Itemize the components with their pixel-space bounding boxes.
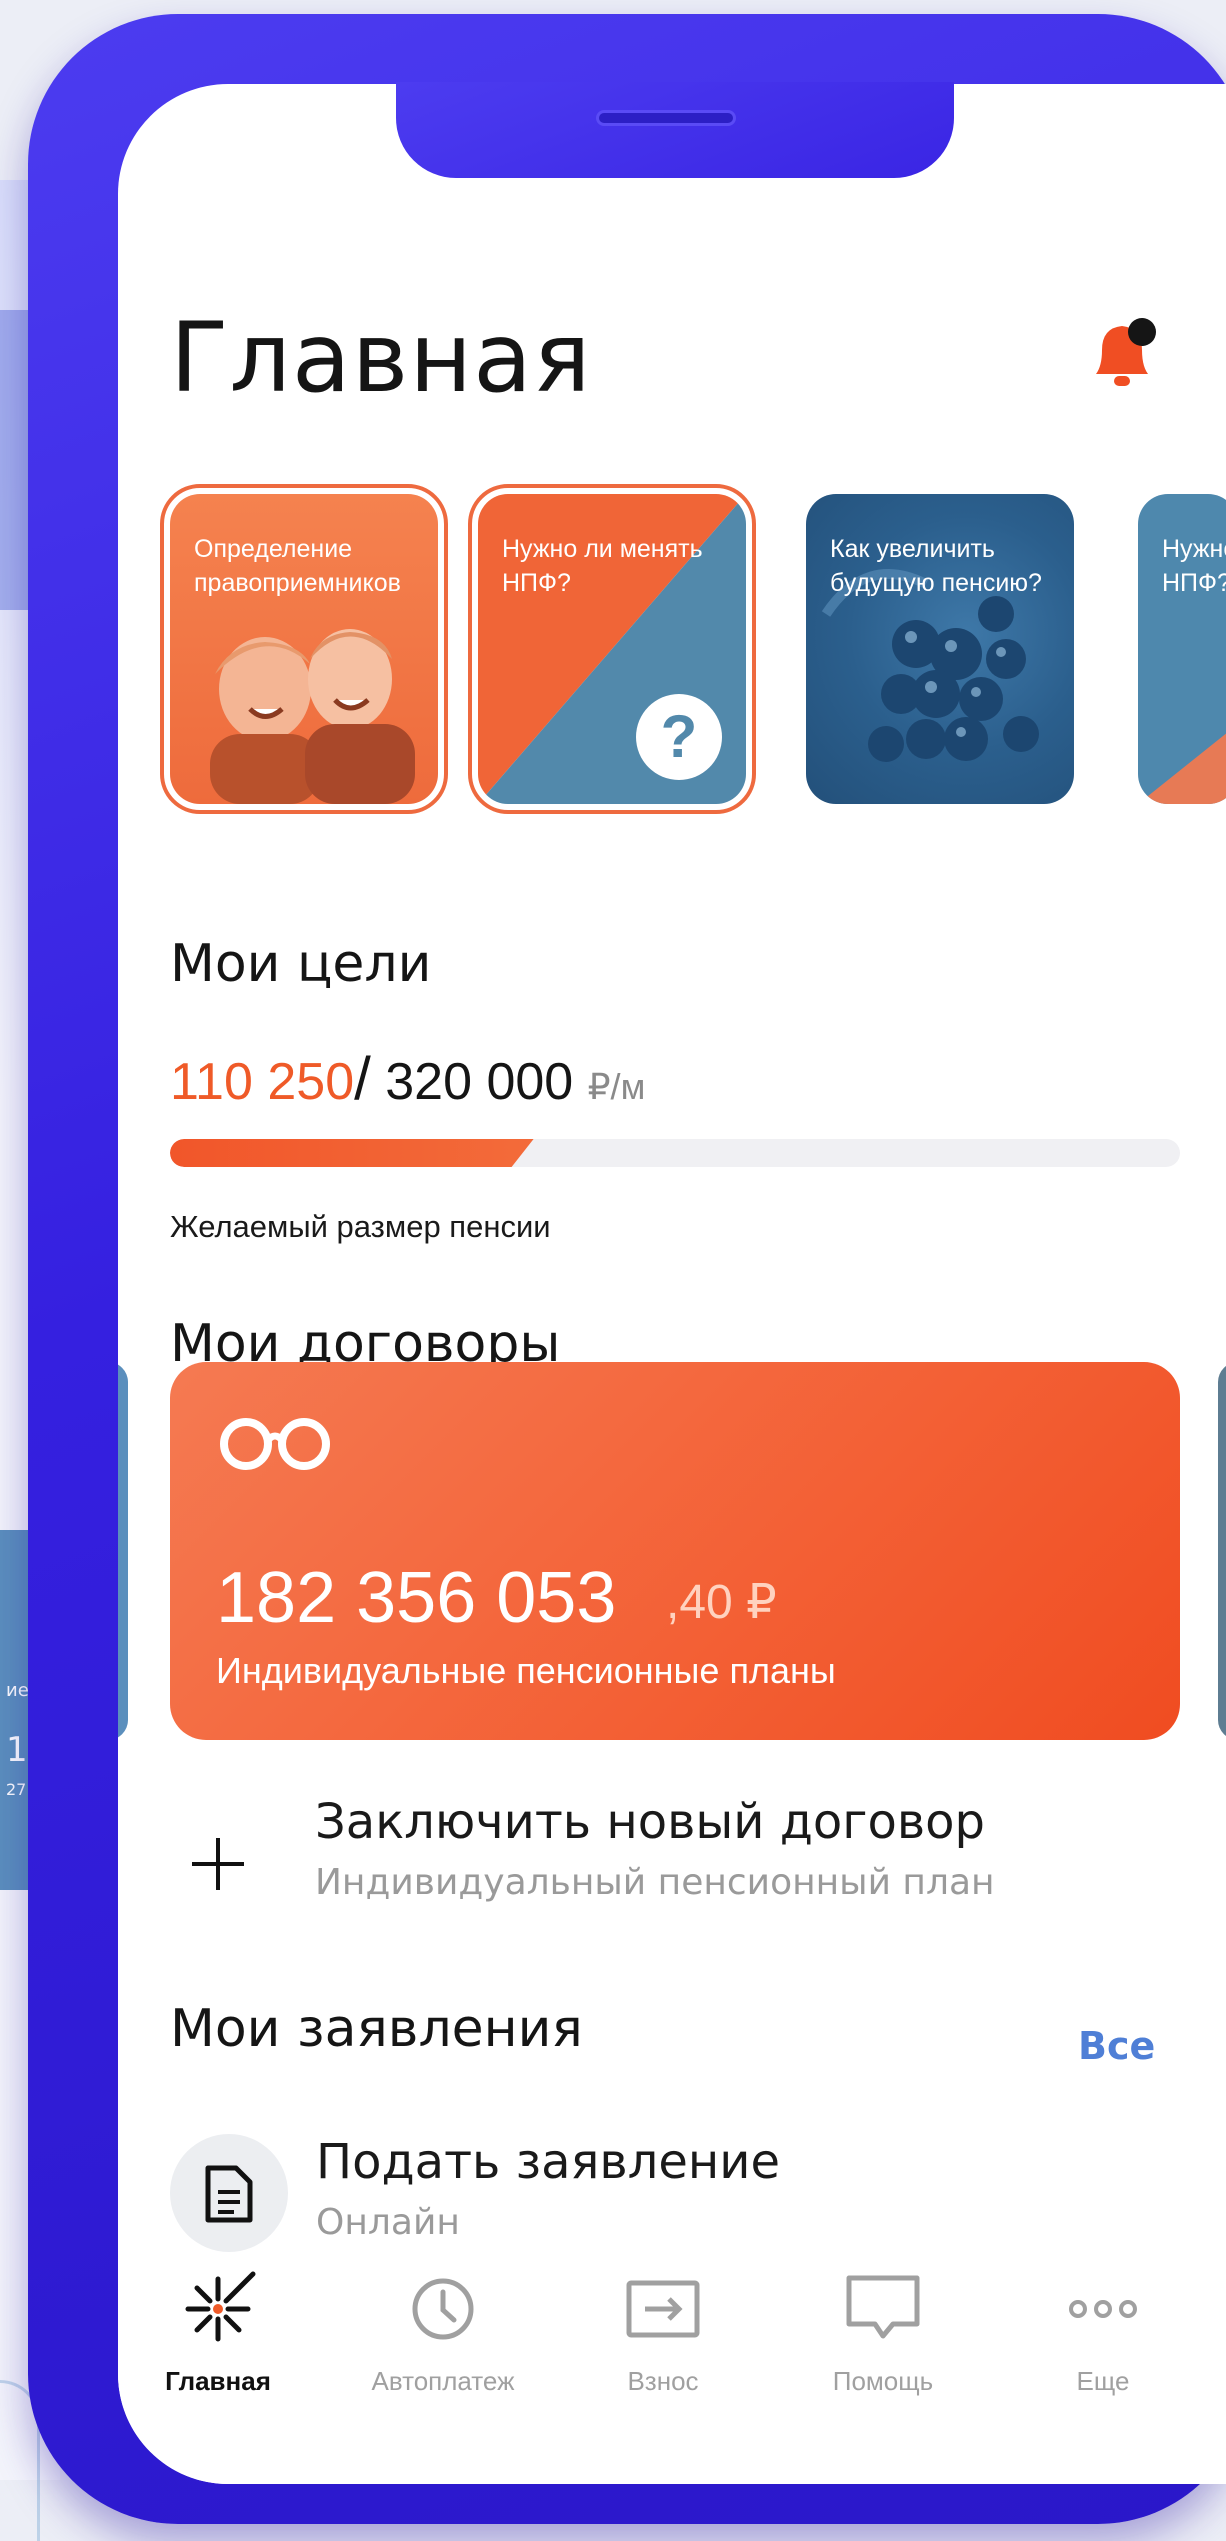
goals-title: Мои цели [170,934,432,994]
submit-application-title: Подать заявление [316,2134,780,2190]
goal-target: 320 000 [385,1053,574,1111]
story-card-heirs[interactable]: Определение правоприемников [160,484,448,814]
story-label: Нужно ли менять НПФ? [1162,535,1226,597]
tab-help[interactable]: Помощь [783,2264,983,2397]
sparkle-icon [185,2271,256,2342]
arrow-in-icon [626,2280,700,2338]
goal-progress-fill [170,1139,534,1167]
story-label: Определение правоприемников [194,535,401,597]
more-icon [1069,2300,1137,2318]
story-label: Как увеличить будущую пенсию? [830,535,1042,597]
tab-autopay[interactable]: Автоплатеж [343,2264,543,2397]
contract-card-peek-left[interactable] [118,1362,128,1740]
plus-icon [192,1838,244,1890]
applications-title: Мои заявления [170,1999,583,2059]
goal-current: 110 250 [170,1053,355,1111]
chat-icon [846,2275,920,2339]
contract-amount-cents: ,40 ₽ [666,1576,777,1629]
notification-bell-icon[interactable] [1088,314,1158,394]
submit-application-item[interactable]: Подать заявление Онлайн [170,2134,1170,2264]
tab-home[interactable]: Главная [118,2264,318,2397]
new-contract-button[interactable]: Заключить новый договор Индивидуальный п… [170,1794,1170,1934]
tab-label: Взнос [627,2366,699,2396]
new-contract-subtitle: Индивидуальный пенсионный план [315,1862,995,1903]
goal-separator: / [354,1045,371,1112]
tab-label: Главная [165,2366,271,2396]
glasses-icon [220,1418,330,1470]
story-card-npf-2[interactable]: Нужно ли менять НПФ? [1138,494,1226,804]
story-card-increase-pension[interactable]: Как увеличить будущую пенсию? [806,494,1074,804]
document-icon-circle [170,2134,288,2252]
goal-value: 110 250/ 320 000 ₽/м [170,1044,645,1113]
phone-notch [396,82,954,178]
question-badge: ? [636,694,722,780]
goal-unit: ₽/м [587,1066,646,1107]
goal-progress-bar [170,1139,1180,1167]
story-diagonal-background [1138,733,1226,804]
tab-contribution[interactable]: Взнос [563,2264,763,2397]
document-icon [205,2165,253,2223]
contract-plan-name: Индивидуальные пенсионные планы [216,1650,836,1691]
tab-more[interactable]: Еще [1003,2264,1203,2397]
contract-card[interactable]: 182 356 053 ,40 ₽ Индивидуальные пенсион… [170,1362,1180,1740]
applications-all-link[interactable]: Все [1078,2024,1155,2068]
bottom-tab-bar: Главная Автоплатеж Взнос Помощь Еще [118,2264,1226,2484]
goal-caption: Желаемый размер пенсии [170,1209,551,1244]
page-title: Главная [170,302,592,414]
tab-label: Автоплатеж [371,2366,515,2396]
tab-label: Помощь [832,2366,934,2396]
phone-frame: Главная Определение правоприемников Нужн… [28,14,1226,2524]
new-contract-title: Заключить новый договор [315,1794,985,1850]
submit-application-subtitle: Онлайн [316,2202,460,2243]
tab-label: Еще [1076,2366,1130,2396]
phone-speaker [596,110,736,126]
contract-amount: 182 356 053 [216,1558,617,1638]
contract-card-peek-right[interactable] [1218,1362,1226,1740]
story-card-npf[interactable]: Нужно ли менять НПФ? ? [468,484,756,814]
kids-photo [210,629,415,804]
app-screen: Главная Определение правоприемников Нужн… [118,84,1226,2484]
story-label: Нужно ли менять НПФ? [502,535,703,597]
clock-icon [412,2278,474,2340]
